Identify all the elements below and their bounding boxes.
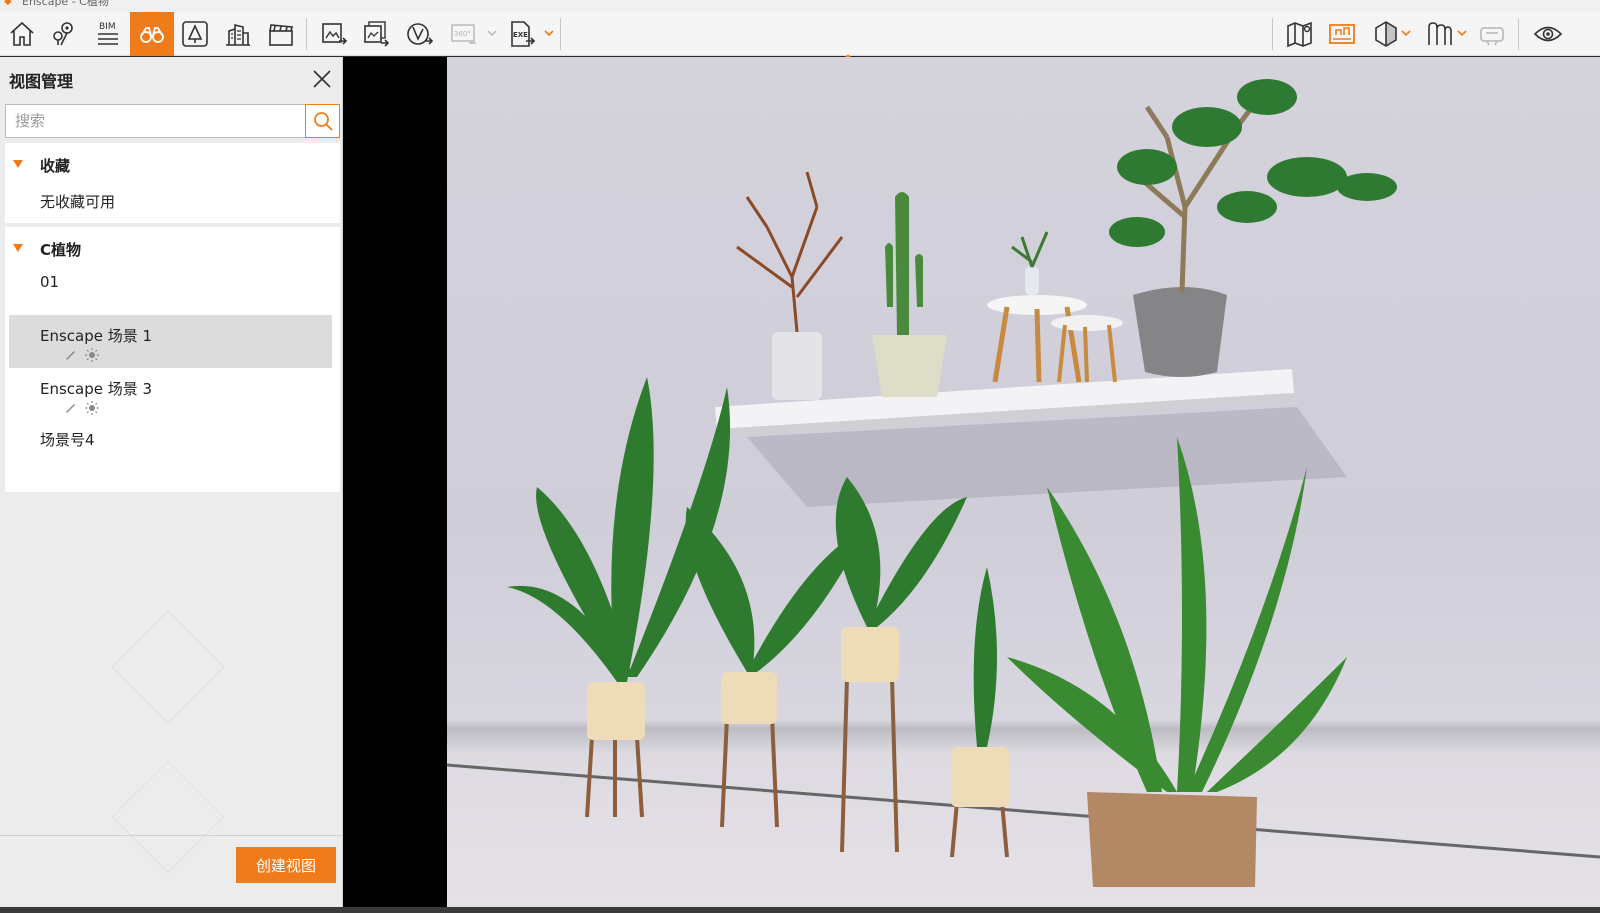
material-icon [1428, 22, 1452, 45]
material-editor-button[interactable] [1420, 12, 1460, 56]
toolbar-separator [1272, 18, 1273, 50]
view-item-icons [63, 348, 99, 362]
sun-icon[interactable] [85, 401, 99, 415]
pencil-icon[interactable] [63, 401, 77, 415]
view-item[interactable]: Enscape 场景 3 [5, 368, 340, 421]
screenshot-button[interactable] [314, 12, 354, 56]
project-views-group: C植物 01 Enscape 场景 1 Enscape 场景 3 场景号4 [5, 227, 340, 492]
toolbar: BIM 360° EXE [0, 12, 1600, 63]
search-button[interactable] [305, 104, 340, 138]
project-label: C植物 [40, 241, 82, 259]
favorites-empty-text: 无收藏可用 [40, 193, 116, 211]
exe-export-button[interactable]: EXE [502, 12, 542, 56]
batch-render-button[interactable] [356, 12, 396, 56]
expand-triangle-icon [13, 244, 23, 252]
view-item[interactable]: 场景号4 [5, 421, 340, 465]
view-item-label: Enscape 场景 1 [40, 327, 153, 345]
project-header[interactable]: C植物 [5, 227, 340, 271]
panel-footer: 创建视图 [0, 835, 342, 907]
location-button[interactable] [44, 12, 84, 56]
svg-text:360°: 360° [454, 30, 471, 38]
asset-library-icon [182, 21, 208, 47]
favorites-empty: 无收藏可用 [5, 187, 340, 223]
taskbar-strip [0, 907, 1600, 913]
view-info-icon [1329, 24, 1355, 44]
view-management-button[interactable] [130, 12, 174, 56]
window-title: Enscape - C植物 [22, 0, 109, 8]
info-view-button[interactable] [1322, 12, 1362, 56]
view-item-label: 场景号4 [40, 431, 95, 449]
batch-render-icon [364, 21, 390, 47]
rendered-scene-image [447, 57, 1600, 907]
panel-title: 视图管理 [9, 72, 74, 91]
toolbar-separator [1518, 18, 1519, 50]
buildings-icon [226, 23, 250, 46]
map-icon [1287, 21, 1312, 48]
home-icon [10, 21, 34, 46]
section-box-icon [1375, 21, 1397, 47]
favorites-group: 收藏 无收藏可用 [5, 143, 340, 223]
watermark-diamond [111, 610, 225, 724]
view-item-label: Enscape 场景 3 [40, 380, 153, 398]
site-context-button[interactable] [218, 12, 258, 56]
material-dropdown[interactable] [1456, 26, 1468, 40]
web-360-dropdown[interactable] [486, 26, 498, 40]
visual-settings-button[interactable] [1528, 12, 1568, 56]
favorites-label: 收藏 [40, 157, 71, 175]
search-input[interactable] [5, 104, 305, 138]
chevron-down-icon [544, 30, 554, 37]
create-view-button[interactable]: 创建视图 [236, 847, 336, 883]
search-bar [5, 104, 340, 138]
close-panel-button[interactable] [308, 65, 336, 93]
vr-headset-button[interactable] [1472, 12, 1512, 56]
export-dropdown[interactable] [543, 26, 555, 40]
chevron-down-icon [1401, 30, 1411, 37]
section-dropdown[interactable] [1400, 26, 1412, 40]
bim-button[interactable]: BIM [88, 12, 128, 56]
toolbar-separator [560, 18, 561, 50]
asset-library-button[interactable] [175, 12, 215, 56]
plants-scene-illustration [447, 79, 1600, 887]
render-image-icon [322, 23, 348, 45]
pencil-icon[interactable] [63, 348, 77, 362]
view-item-selected[interactable]: Enscape 场景 1 [9, 315, 332, 368]
map-button[interactable] [1280, 12, 1320, 56]
close-icon [313, 70, 331, 88]
view-item[interactable]: 01 [5, 271, 340, 315]
view-item-label: 01 [40, 273, 60, 291]
web-360-button[interactable]: 360° [444, 12, 484, 56]
svg-text:BIM: BIM [99, 22, 116, 32]
exe-export-icon: EXE [511, 21, 536, 47]
panorama-icon [407, 23, 434, 45]
panel-header: 视图管理 [0, 57, 342, 101]
toolbar-separator [306, 18, 307, 50]
home-button[interactable] [2, 12, 42, 56]
vr-headset-icon [1480, 27, 1504, 46]
view-management-panel: 视图管理 收藏 无收藏可用 C植物 [0, 57, 343, 907]
panorama-button[interactable] [400, 12, 440, 56]
app-window: ◆ Enscape - C植物 BIM 360° EXE 视图管理 搜索 收藏 … [0, 0, 1600, 913]
video-editor-button[interactable] [261, 12, 301, 56]
eye-icon [1533, 26, 1563, 42]
bim-icon: BIM [98, 22, 118, 45]
render-viewport[interactable] [343, 57, 1600, 907]
search-icon [313, 112, 333, 131]
svg-text:EXE: EXE [513, 31, 528, 39]
sun-icon[interactable] [85, 348, 99, 362]
360-export-icon: 360° [451, 24, 476, 44]
view-item-icons [63, 401, 99, 415]
enscape-logo-icon: ◆ [4, 0, 12, 7]
binoculars-icon [140, 27, 164, 43]
location-pins-icon [53, 22, 73, 46]
title-bar: ◆ Enscape - C植物 [0, 0, 1600, 12]
favorites-header[interactable]: 收藏 [5, 143, 340, 187]
chevron-down-icon [1457, 30, 1467, 37]
clapperboard-icon [269, 24, 294, 46]
expand-triangle-icon [13, 160, 23, 168]
chevron-down-icon [487, 30, 497, 36]
